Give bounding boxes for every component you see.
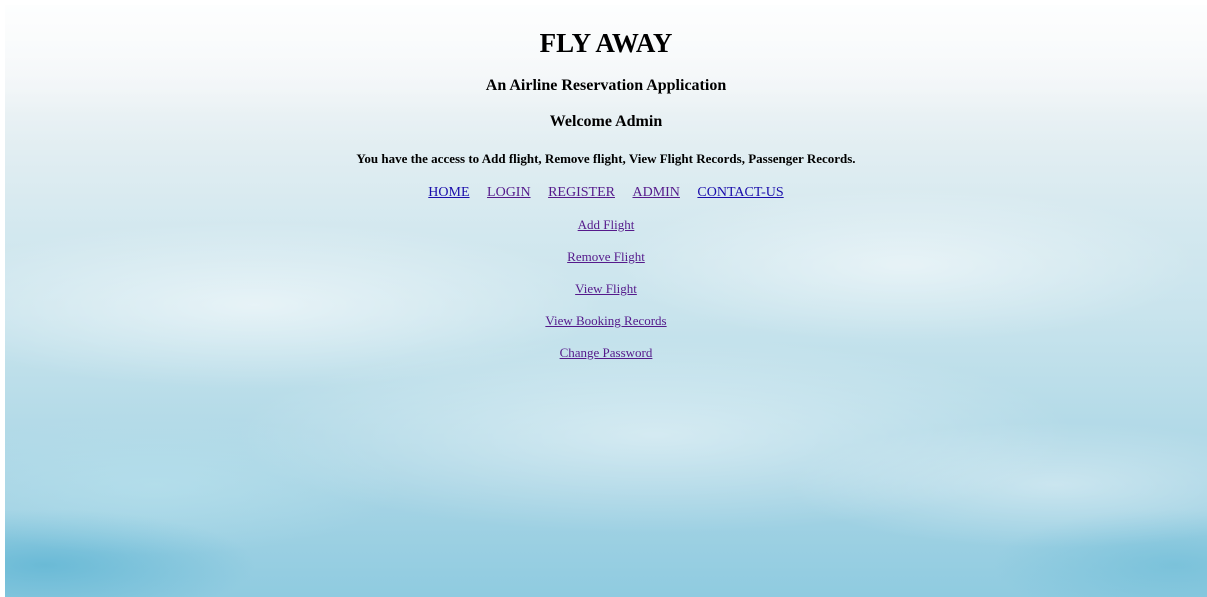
remove-flight-link[interactable]: Remove Flight	[5, 248, 1207, 280]
add-flight-link[interactable]: Add Flight	[5, 216, 1207, 248]
view-flight-link[interactable]: View Flight	[5, 280, 1207, 312]
access-description: You have the access to Add flight, Remov…	[356, 151, 856, 166]
view-booking-records-link[interactable]: View Booking Records	[5, 312, 1207, 344]
nav-link-contact-us[interactable]: CONTACT-US	[697, 185, 783, 200]
nav-link-register[interactable]: REGISTER	[548, 185, 615, 200]
background-haze	[5, 5, 1207, 115]
admin-menu: Add Flight Remove Flight View Flight Vie…	[5, 216, 1207, 376]
nav-link-admin[interactable]: ADMIN	[632, 185, 679, 200]
change-password-link[interactable]: Change Password	[5, 344, 1207, 376]
cloud-background: FLY AWAY An Airline Reservation Applicat…	[5, 5, 1207, 597]
welcome-heading: Welcome Admin	[549, 113, 663, 130]
nav-link-login[interactable]: LOGIN	[487, 185, 531, 200]
page-title: FLY AWAY	[539, 28, 673, 58]
top-navigation: HOME LOGIN REGISTER ADMIN CONTACT-US	[5, 184, 1207, 202]
nav-link-home[interactable]: HOME	[428, 185, 469, 200]
page-subtitle: An Airline Reservation Application	[485, 77, 727, 94]
